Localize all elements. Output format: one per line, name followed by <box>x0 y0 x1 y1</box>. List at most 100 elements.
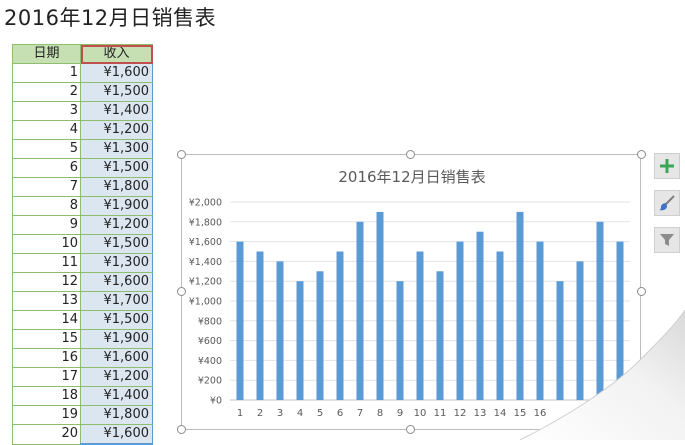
resize-handle-top-right[interactable] <box>637 150 646 159</box>
resize-handle-top-left[interactable] <box>177 150 186 159</box>
bar[interactable] <box>376 211 384 400</box>
cell-date[interactable]: 2 <box>12 82 81 102</box>
cell-income[interactable]: ¥1,300 <box>80 253 153 273</box>
cell-date[interactable]: 20 <box>12 424 81 445</box>
cell-income[interactable]: ¥1,500 <box>80 234 153 254</box>
cell-income[interactable]: ¥1,200 <box>80 367 153 387</box>
bar[interactable] <box>296 281 304 400</box>
cell-income[interactable]: ¥1,400 <box>80 101 153 121</box>
resize-handle-right[interactable] <box>637 287 646 296</box>
bar[interactable] <box>576 261 584 400</box>
cell-date[interactable]: 15 <box>12 329 81 349</box>
bar[interactable] <box>316 271 324 400</box>
cell-date[interactable]: 10 <box>12 234 81 254</box>
cell-income[interactable]: ¥1,200 <box>80 120 153 140</box>
table-header-row: 日期 收入 <box>12 44 153 64</box>
x-tick-label: 15 <box>514 408 527 419</box>
cell-date[interactable]: 17 <box>12 367 81 387</box>
cell-income[interactable]: ¥1,600 <box>80 272 153 292</box>
bar[interactable] <box>256 251 264 401</box>
cell-date[interactable]: 18 <box>12 386 81 406</box>
table-row: 11 ¥1,300 <box>12 253 153 273</box>
cell-income[interactable]: ¥1,700 <box>80 291 153 311</box>
y-tick-label: ¥1,000 <box>189 297 222 308</box>
cell-income[interactable]: ¥1,500 <box>80 82 153 102</box>
cell-date[interactable]: 19 <box>12 405 81 425</box>
y-tick-label: ¥0 <box>210 396 222 407</box>
chart-title[interactable]: 2016年12月日销售表 <box>338 168 485 186</box>
cell-date[interactable]: 16 <box>12 348 81 368</box>
chart-filters-button[interactable] <box>654 227 680 253</box>
resize-handle-left[interactable] <box>177 287 186 296</box>
y-axis-labels[interactable]: ¥0 ¥200 ¥400 ¥600 ¥800 ¥1,000 ¥1,200 ¥1,400 ¥1,6… <box>189 198 222 407</box>
chart-area[interactable]: 2016年12月日销售表 ¥0 ¥200 ¥400 ¥600 ¥800 ¥1,000 ¥1,… <box>181 154 641 430</box>
cell-date[interactable]: 13 <box>12 291 81 311</box>
funnel-icon <box>660 234 674 246</box>
cell-income[interactable]: ¥1,600 <box>80 424 153 445</box>
cell-date[interactable]: 9 <box>12 215 81 235</box>
cell-income[interactable]: ¥1,300 <box>80 139 153 159</box>
y-tick-label: ¥1,400 <box>189 257 222 268</box>
cell-date[interactable]: 5 <box>12 139 81 159</box>
y-tick-label: ¥800 <box>198 316 222 327</box>
cell-income[interactable]: ¥1,900 <box>80 329 153 349</box>
cell-date[interactable]: 12 <box>12 272 81 292</box>
table-row: 19 ¥1,800 <box>12 405 153 425</box>
x-tick-label: 3 <box>277 408 283 419</box>
table-row: 15 ¥1,900 <box>12 329 153 349</box>
bar[interactable] <box>336 251 344 401</box>
bar-series[interactable] <box>236 211 624 401</box>
cell-date[interactable]: 1 <box>12 63 81 83</box>
bar[interactable] <box>436 271 444 400</box>
cell-date[interactable]: 8 <box>12 196 81 216</box>
resize-handle-top[interactable] <box>406 150 415 159</box>
x-tick-label: 6 <box>337 408 343 419</box>
cell-income[interactable]: ¥1,400 <box>80 386 153 406</box>
chart-styles-button[interactable] <box>654 190 680 216</box>
bar[interactable] <box>276 261 284 400</box>
bar[interactable] <box>456 241 464 400</box>
cell-date[interactable]: 11 <box>12 253 81 273</box>
resize-handle-bottom[interactable] <box>406 425 415 434</box>
bar[interactable] <box>416 251 424 401</box>
x-tick-label: 14 <box>494 408 507 419</box>
bar[interactable] <box>596 221 604 400</box>
bar[interactable] <box>536 241 544 400</box>
x-tick-label: 11 <box>434 408 447 419</box>
bar[interactable] <box>396 281 404 400</box>
paintbrush-icon <box>659 195 675 211</box>
cell-income[interactable]: ¥1,800 <box>80 177 153 197</box>
table-row: 12 ¥1,600 <box>12 272 153 292</box>
bar[interactable] <box>556 281 564 400</box>
table-row: 9 ¥1,200 <box>12 215 153 235</box>
bar[interactable] <box>516 211 524 400</box>
cell-income[interactable]: ¥1,200 <box>80 215 153 235</box>
cell-date[interactable]: 6 <box>12 158 81 178</box>
cell-income[interactable]: ¥1,500 <box>80 310 153 330</box>
cell-income[interactable]: ¥1,800 <box>80 405 153 425</box>
cell-date[interactable]: 14 <box>12 310 81 330</box>
cell-income[interactable]: ¥1,600 <box>80 63 153 83</box>
chart-elements-button[interactable] <box>654 153 680 179</box>
bar[interactable] <box>496 251 504 401</box>
bar[interactable] <box>476 231 484 400</box>
header-date[interactable]: 日期 <box>12 44 81 64</box>
table-row: 3 ¥1,400 <box>12 101 153 121</box>
cell-date[interactable]: 3 <box>12 101 81 121</box>
sheet-title: 2016年12月日销售表 <box>4 6 217 30</box>
table-row: 16 ¥1,600 <box>12 348 153 368</box>
y-tick-label: ¥1,600 <box>189 237 222 248</box>
bar[interactable] <box>616 241 624 400</box>
resize-handle-bottom-left[interactable] <box>177 425 186 434</box>
cell-income[interactable]: ¥1,600 <box>80 348 153 368</box>
cell-income[interactable]: ¥1,500 <box>80 158 153 178</box>
cell-date[interactable]: 7 <box>12 177 81 197</box>
cell-date[interactable]: 4 <box>12 120 81 140</box>
y-tick-label: ¥400 <box>198 356 222 367</box>
table-row: 10 ¥1,500 <box>12 234 153 254</box>
cell-income[interactable]: ¥1,900 <box>80 196 153 216</box>
x-axis-labels[interactable]: 1 2 3 4 5 6 7 8 9 10 11 12 13 14 15 16 <box>237 408 547 419</box>
header-income[interactable]: 收入 <box>80 44 153 64</box>
bar[interactable] <box>236 241 244 400</box>
bar[interactable] <box>356 221 364 400</box>
